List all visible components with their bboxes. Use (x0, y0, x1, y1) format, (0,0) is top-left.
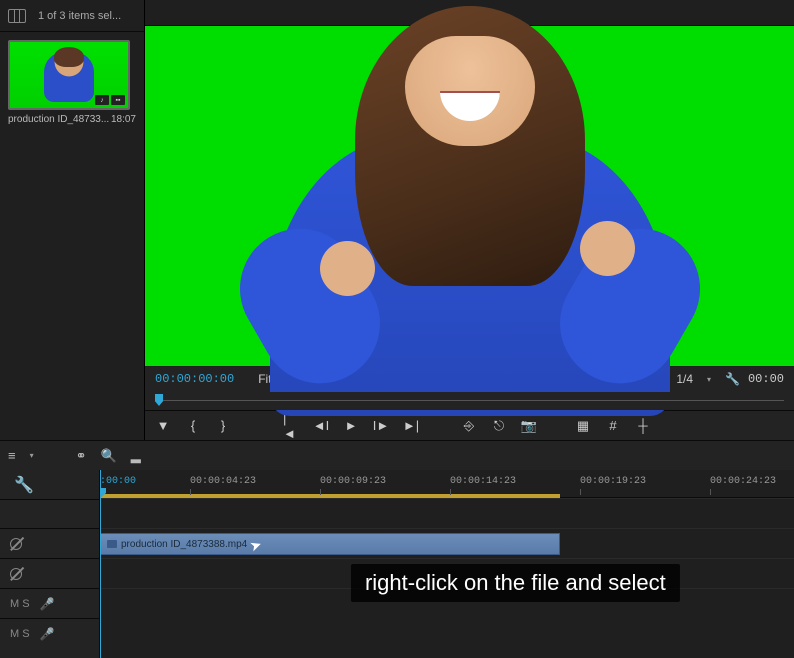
export-frame-button[interactable]: 📷 (521, 418, 537, 434)
chevron-down-icon: ▾ (707, 375, 711, 384)
panel-menu-icon[interactable]: ≡ (8, 448, 16, 463)
link-icon[interactable]: ⚭ (76, 448, 87, 464)
selection-count: 1 of 3 items sel... (38, 10, 121, 22)
thumbnail-duration: 18:07 (111, 114, 136, 125)
track-controls[interactable]: M S (10, 598, 30, 610)
add-marker-button[interactable]: ▼ (155, 418, 171, 434)
play-button[interactable]: ► (343, 418, 359, 434)
ruler-tick: 00:00:09:23 (320, 476, 386, 487)
sequence-toolbar: ≡ ▾ ⚭ 🔍 ▂ (0, 440, 794, 470)
project-header: 1 of 3 items sel... (0, 0, 144, 32)
goto-in-button[interactable]: |◄ (283, 418, 299, 434)
video-badge-icon: ▪▪ (111, 95, 125, 105)
a1-track-header[interactable]: M S 🎤 (0, 588, 99, 618)
goto-out-button[interactable]: ►| (403, 418, 419, 434)
v2-track-header[interactable] (0, 558, 99, 588)
thumbnail-name: production ID_48733... (8, 114, 109, 125)
fx-icon (107, 540, 117, 548)
video-frame-content (240, 26, 700, 406)
mark-in-button[interactable]: { (185, 418, 201, 434)
time-ruler[interactable]: :00:00 00:00:04:23 00:00:09:23 00:00:14:… (100, 470, 794, 498)
ruler-tick: 00:00:19:23 (580, 476, 646, 487)
timeline-scrubber[interactable] (145, 392, 794, 410)
current-timecode[interactable]: 00:00:00:00 (155, 372, 234, 386)
v1-track-header[interactable] (0, 528, 99, 558)
a2-track-header[interactable]: M S 🎤 (0, 618, 99, 648)
track-v1[interactable]: production ID_4873388.mp4 ➤ (100, 528, 794, 558)
search-icon[interactable]: 🔍 (101, 448, 117, 464)
step-back-button[interactable]: ◄I (313, 418, 329, 434)
track-controls[interactable]: M S (10, 628, 30, 640)
eye-off-icon[interactable] (10, 568, 22, 580)
mark-out-button[interactable]: } (215, 418, 231, 434)
duration-timecode: 00:00 (748, 372, 784, 386)
eye-off-icon[interactable] (10, 538, 22, 550)
tutorial-caption: right-click on the file and select (351, 564, 680, 602)
timeline-playhead[interactable] (100, 470, 101, 658)
step-fwd-button[interactable]: I► (373, 418, 389, 434)
playhead-icon[interactable] (155, 394, 163, 406)
mic-icon[interactable]: 🎤 (40, 597, 55, 611)
track-v2[interactable] (100, 498, 794, 528)
clip-thumbnail[interactable]: ♪ ▪▪ (8, 40, 130, 110)
settings-wrench-icon[interactable]: 🔧 (725, 372, 740, 386)
project-panel: 1 of 3 items sel... ♪ ▪▪ production ID_4… (0, 0, 145, 440)
program-monitor: 00:00:00:00 Fit ▾ 1/4 ▾ 🔧 00:00 ▼ { } |◄… (145, 0, 794, 440)
grid-button[interactable]: # (605, 418, 621, 434)
monitor-viewport[interactable] (145, 26, 794, 366)
extract-button[interactable]: ⎋ (491, 418, 507, 434)
wrench-tool-icon[interactable]: 🔧 (0, 470, 99, 500)
audio-badge-icon: ♪ (95, 95, 109, 105)
film-icon[interactable] (8, 9, 26, 23)
video-clip[interactable]: production ID_4873388.mp4 (100, 533, 560, 555)
button-editor[interactable]: ┼ (635, 418, 651, 434)
ruler-tick: 00:00:14:23 (450, 476, 516, 487)
ruler-tick: 00:00:24:23 (710, 476, 776, 487)
new-bin-icon[interactable]: ▂ (131, 448, 141, 464)
ruler-tick: 00:00:04:23 (190, 476, 256, 487)
safe-margins-button[interactable]: ▦ (575, 418, 591, 434)
ruler-tick: :00:00 (100, 476, 136, 487)
lift-button[interactable]: ⎆ (461, 418, 477, 434)
mic-icon[interactable]: 🎤 (40, 627, 55, 641)
chevron-down-icon: ▾ (30, 451, 34, 460)
clip-label: production ID_4873388.mp4 (121, 539, 247, 550)
